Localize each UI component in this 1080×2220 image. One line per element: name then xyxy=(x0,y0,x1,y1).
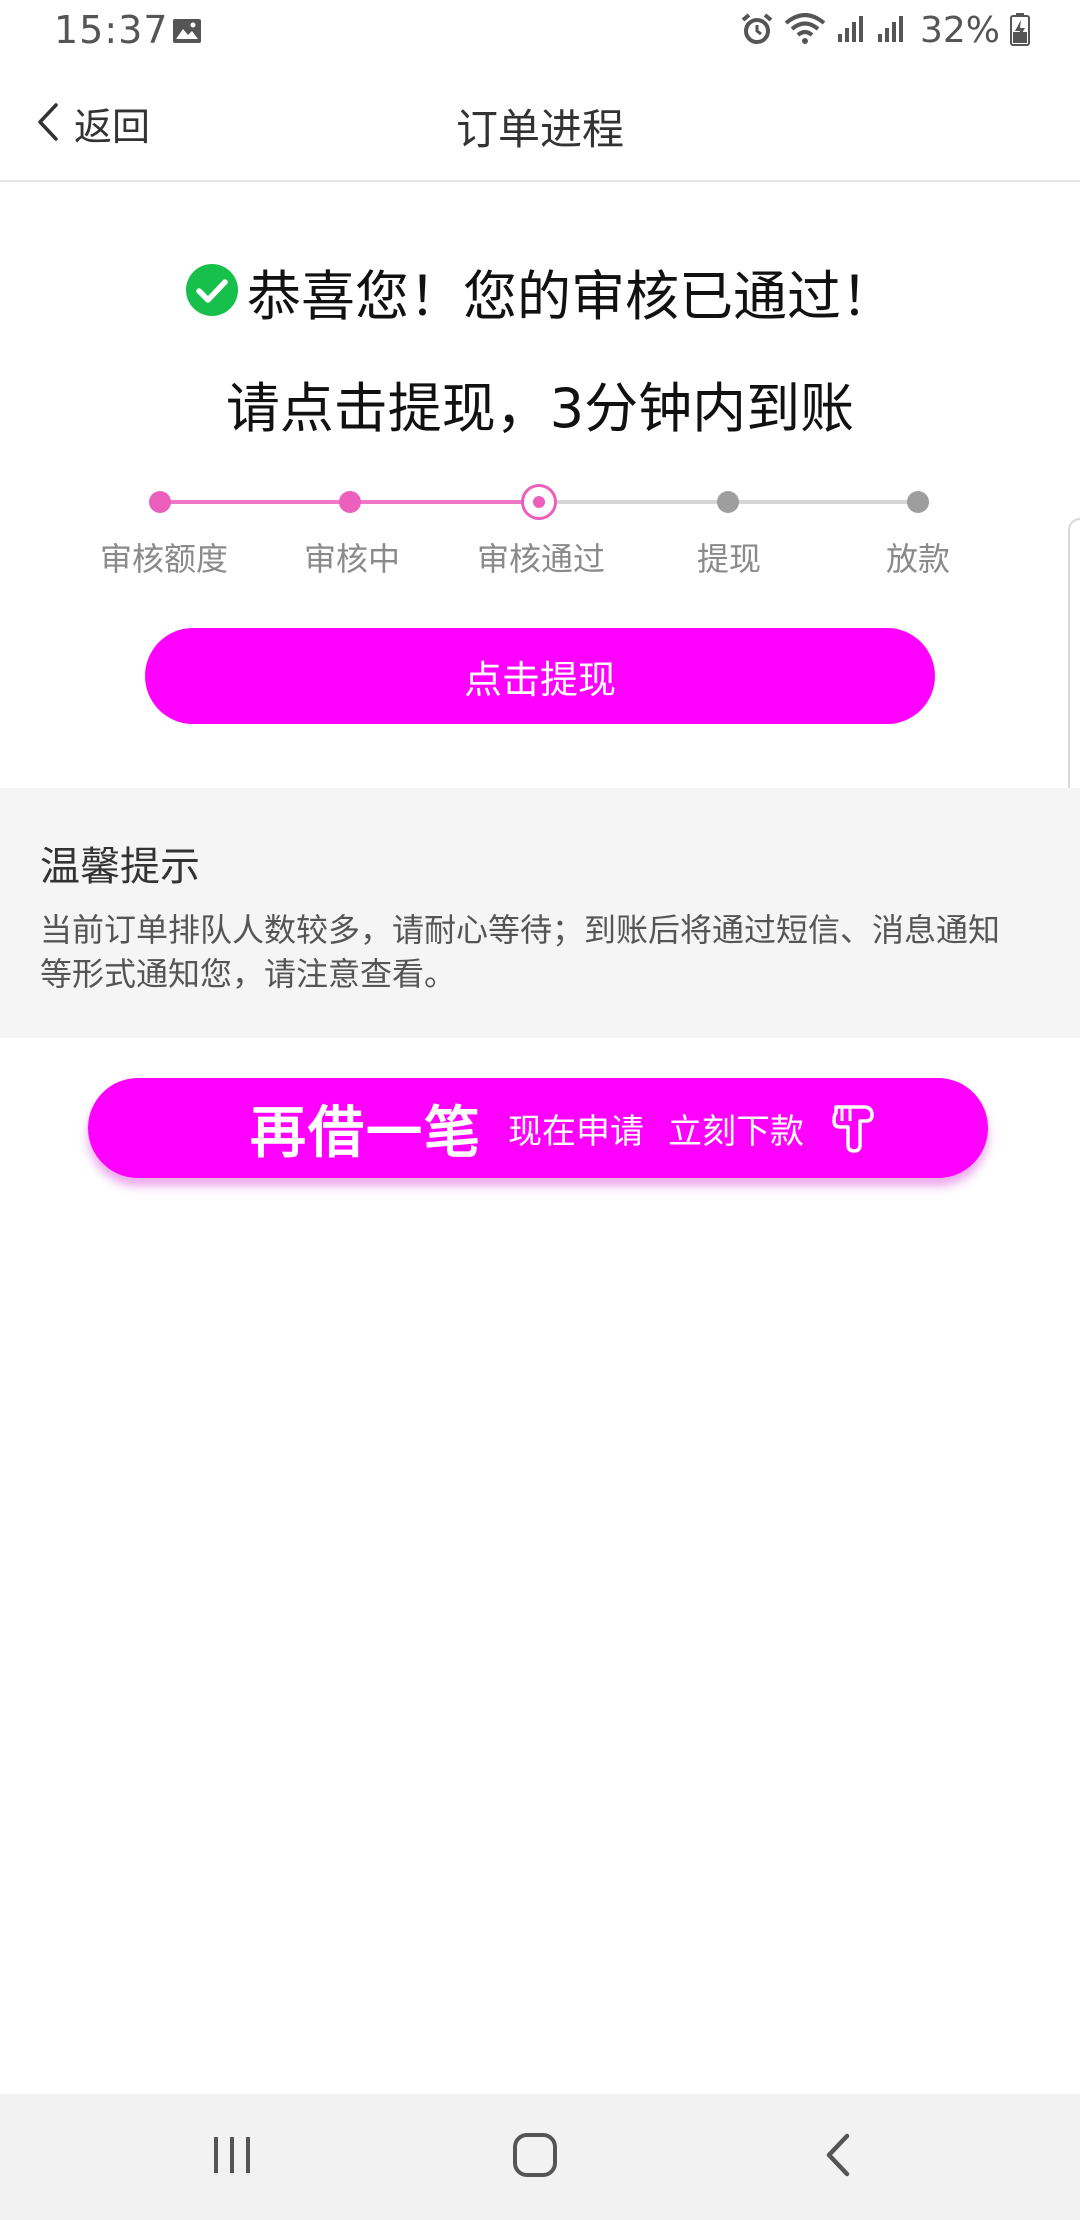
step-dot-current xyxy=(521,484,557,520)
wifi-icon xyxy=(784,12,826,49)
borrow-main-text: 再借一笔 xyxy=(250,1100,482,1166)
pointing-hand-icon xyxy=(830,1099,878,1157)
result-section: 恭喜您！您的审核已通过！ 请点击提现，3分钟内到账 审核额度 审核中 审核通过 … xyxy=(0,182,1080,952)
chevron-left-icon xyxy=(36,102,60,146)
alarm-icon xyxy=(740,12,774,50)
step-label: 放款 xyxy=(885,540,950,578)
page-title: 订单进程 xyxy=(455,105,624,154)
home-button[interactable] xyxy=(495,2124,575,2190)
result-title: 恭喜您！您的审核已通过！ xyxy=(0,252,1080,331)
app-header: 返回 订单进程 xyxy=(0,66,1080,182)
result-title-text: 恭喜您！您的审核已通过！ xyxy=(247,265,895,328)
result-subtitle: 请点击提现，3分钟内到账 xyxy=(225,377,855,440)
step-dot xyxy=(149,491,171,513)
home-icon xyxy=(512,2132,558,2182)
battery-percent: 32% xyxy=(919,10,1000,51)
check-circle-icon xyxy=(185,263,239,321)
nav-back-button[interactable] xyxy=(798,2124,878,2190)
tips-body: 当前订单排队人数较多，请耐心等待；到账后将通过短信、消息通知等形式通知您，请注意… xyxy=(40,911,1001,993)
recent-apps-icon xyxy=(210,2135,254,2179)
step-dot xyxy=(339,491,361,513)
signal-icon xyxy=(836,14,866,48)
back-button[interactable]: 返回 xyxy=(36,96,150,151)
battery-charging-icon xyxy=(1010,12,1030,50)
status-time: 15:37 xyxy=(54,8,169,52)
step-dot xyxy=(717,491,739,513)
borrow-sub-text: 现在申请 xyxy=(508,1111,644,1152)
borrow-sub-text: 立刻下款 xyxy=(668,1111,804,1152)
progress-track xyxy=(149,484,929,520)
step-label: 审核中 xyxy=(303,540,400,578)
step-dot xyxy=(907,491,929,513)
withdraw-button[interactable]: 点击提现 xyxy=(145,628,935,724)
borrow-again-banner[interactable]: 再借一笔 现在申请 立刻下款 xyxy=(88,1078,988,1178)
recent-apps-button[interactable] xyxy=(192,2124,272,2190)
nav-bar xyxy=(0,2094,1080,2220)
status-icons: 32% xyxy=(740,10,1030,51)
back-label: 返回 xyxy=(74,105,151,149)
step-label: 审核额度 xyxy=(99,540,228,578)
back-icon xyxy=(823,2132,853,2182)
step-label: 审核通过 xyxy=(476,540,605,578)
step-label: 提现 xyxy=(696,540,761,578)
tips-section: 温馨提示 当前订单排队人数较多，请耐心等待；到账后将通过短信、消息通知等形式通知… xyxy=(0,788,1080,1038)
status-bar: 15:37 32% xyxy=(0,0,1080,66)
image-icon xyxy=(172,18,202,48)
tips-title: 温馨提示 xyxy=(40,844,200,890)
signal-icon xyxy=(876,14,906,48)
